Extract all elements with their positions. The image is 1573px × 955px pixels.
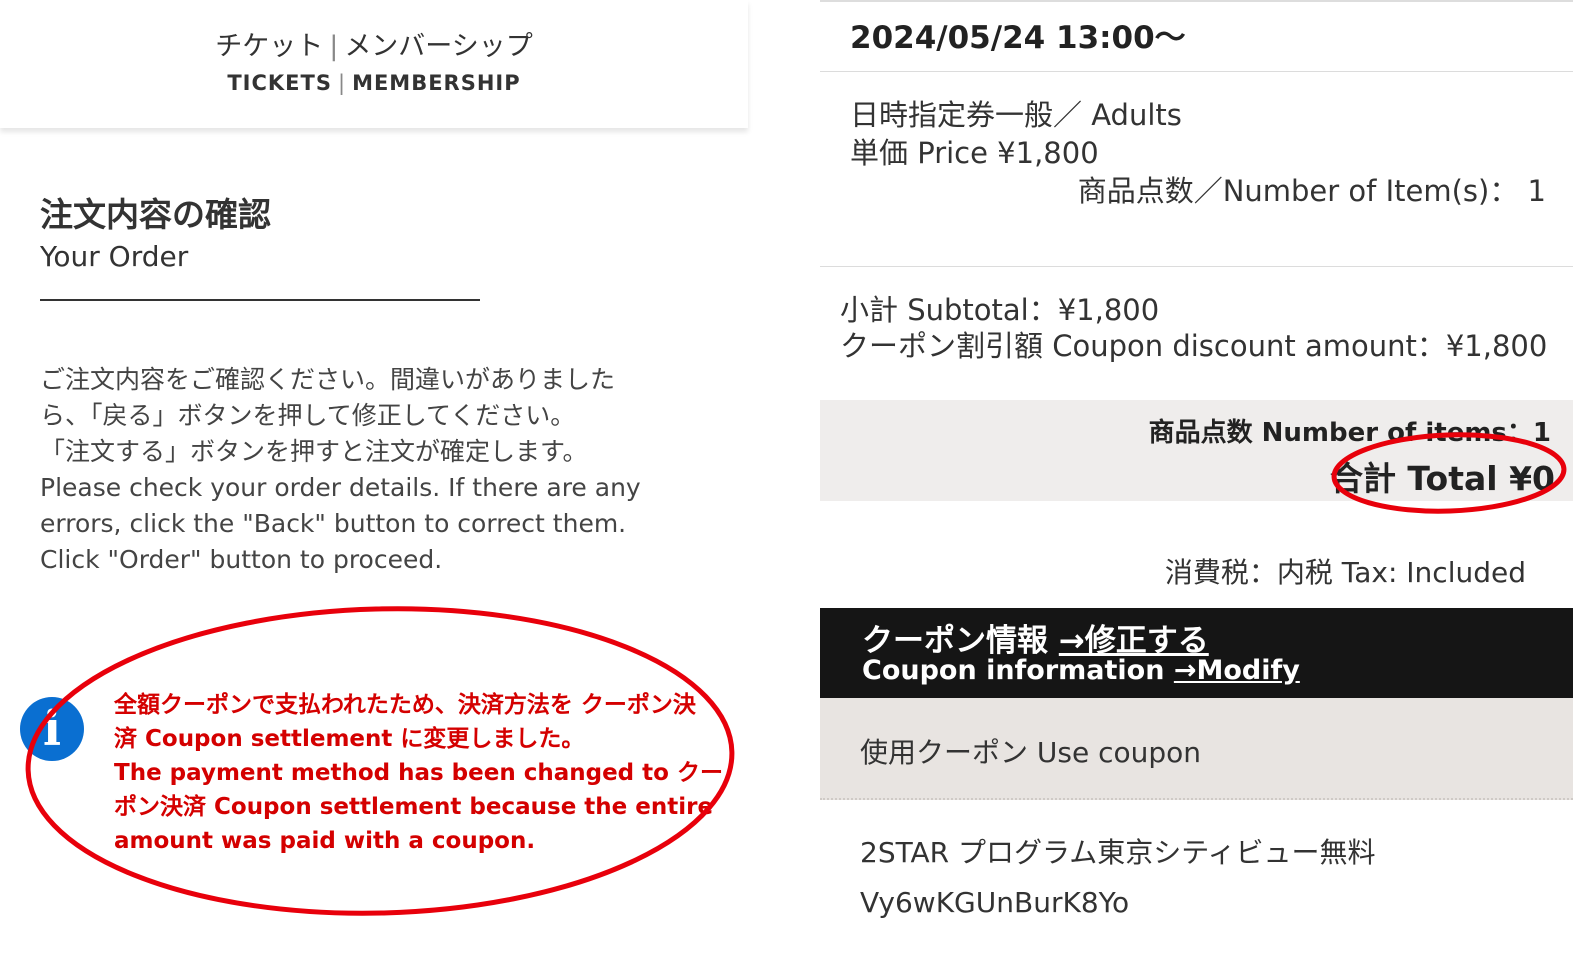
nav-membership-jp[interactable]: メンバーシップ xyxy=(344,31,532,62)
page-title-en: Your Order xyxy=(40,240,189,273)
unit-price: 単価 Price ¥1,800 xyxy=(850,136,1099,170)
notice-line: ポン決済 Coupon settlement because the entir… xyxy=(114,794,714,820)
nav-tickets-jp[interactable]: チケット xyxy=(215,31,323,62)
nav-separator: | xyxy=(329,31,339,62)
modify-coupon-link-jp[interactable]: →修正する xyxy=(1059,623,1209,659)
coupon-title-jp-text: クーポン情報 xyxy=(862,623,1059,659)
notice-line: 済 Coupon settlement に変更しました。 xyxy=(114,726,585,752)
title-divider xyxy=(40,299,480,301)
instruction-line: ご注文内容をご確認ください。間違いがありました xyxy=(40,365,616,394)
coupon-name: 2STAR プログラム東京シティビュー無料 xyxy=(860,836,1376,869)
section-divider xyxy=(820,71,1573,72)
coupon-title-en: Coupon information →Modify xyxy=(862,655,1300,686)
instruction-line: Click "Order" button to proceed. xyxy=(40,545,443,574)
nav-jp: チケット | メンバーシップ xyxy=(0,24,748,63)
order-instructions: ご注文内容をご確認ください。間違いがありました ら、「戻る」ボタンを押して修正し… xyxy=(40,362,740,578)
page-title-jp: 注文内容の確認 xyxy=(40,195,271,234)
info-icon: i xyxy=(20,697,84,761)
coupon-title-jp: クーポン情報 →修正する xyxy=(862,615,1209,660)
use-coupon-label: 使用クーポン Use coupon xyxy=(860,736,1202,769)
nav-en: TICKETS | MEMBERSHIP xyxy=(0,71,748,95)
tax-note: 消費税：内税 Tax: Included xyxy=(1164,556,1526,589)
notice-line: 全額クーポンで支払われたため、決済方法を クーポン決 xyxy=(114,692,696,718)
top-divider xyxy=(820,0,1573,2)
coupon-title-en-text: Coupon information xyxy=(862,655,1174,686)
instruction-line: 「注文する」ボタンを押すと注文が確定します。 xyxy=(40,437,588,466)
payment-method-notice: 全額クーポンで支払われたため、決済方法を クーポン決 済 Coupon sett… xyxy=(114,688,734,858)
section-divider xyxy=(820,266,1573,267)
site-header xyxy=(0,0,748,128)
notice-line: The payment method has been changed to ク… xyxy=(114,760,723,786)
nav-separator: | xyxy=(337,71,347,95)
coupon-discount: クーポン割引額 Coupon discount amount：¥1,800 xyxy=(840,329,1548,363)
coupon-code: Vy6wKGUnBurK8Yo xyxy=(860,886,1130,919)
instruction-line: ら、「戻る」ボタンを押して修正してください。 xyxy=(40,401,576,430)
grand-total: 合計 Total ¥0 xyxy=(1329,459,1555,498)
notice-line: amount was paid with a coupon. xyxy=(114,828,536,854)
nav-tickets-en[interactable]: TICKETS xyxy=(227,71,332,95)
instruction-line: errors, click the "Back" button to corre… xyxy=(40,509,627,538)
item-quantity: 商品点数／Number of Item(s)： 1 xyxy=(1077,174,1546,208)
visit-datetime: 2024/05/24 13:00〜 xyxy=(850,20,1186,56)
ticket-type: 日時指定券一般／ Adults xyxy=(850,98,1182,132)
modify-coupon-link-en[interactable]: →Modify xyxy=(1174,655,1300,686)
total-items-count: 商品点数 Number of items：1 xyxy=(1148,418,1551,448)
nav-membership-en[interactable]: MEMBERSHIP xyxy=(352,71,521,95)
instruction-line: Please check your order details. If ther… xyxy=(40,473,641,502)
